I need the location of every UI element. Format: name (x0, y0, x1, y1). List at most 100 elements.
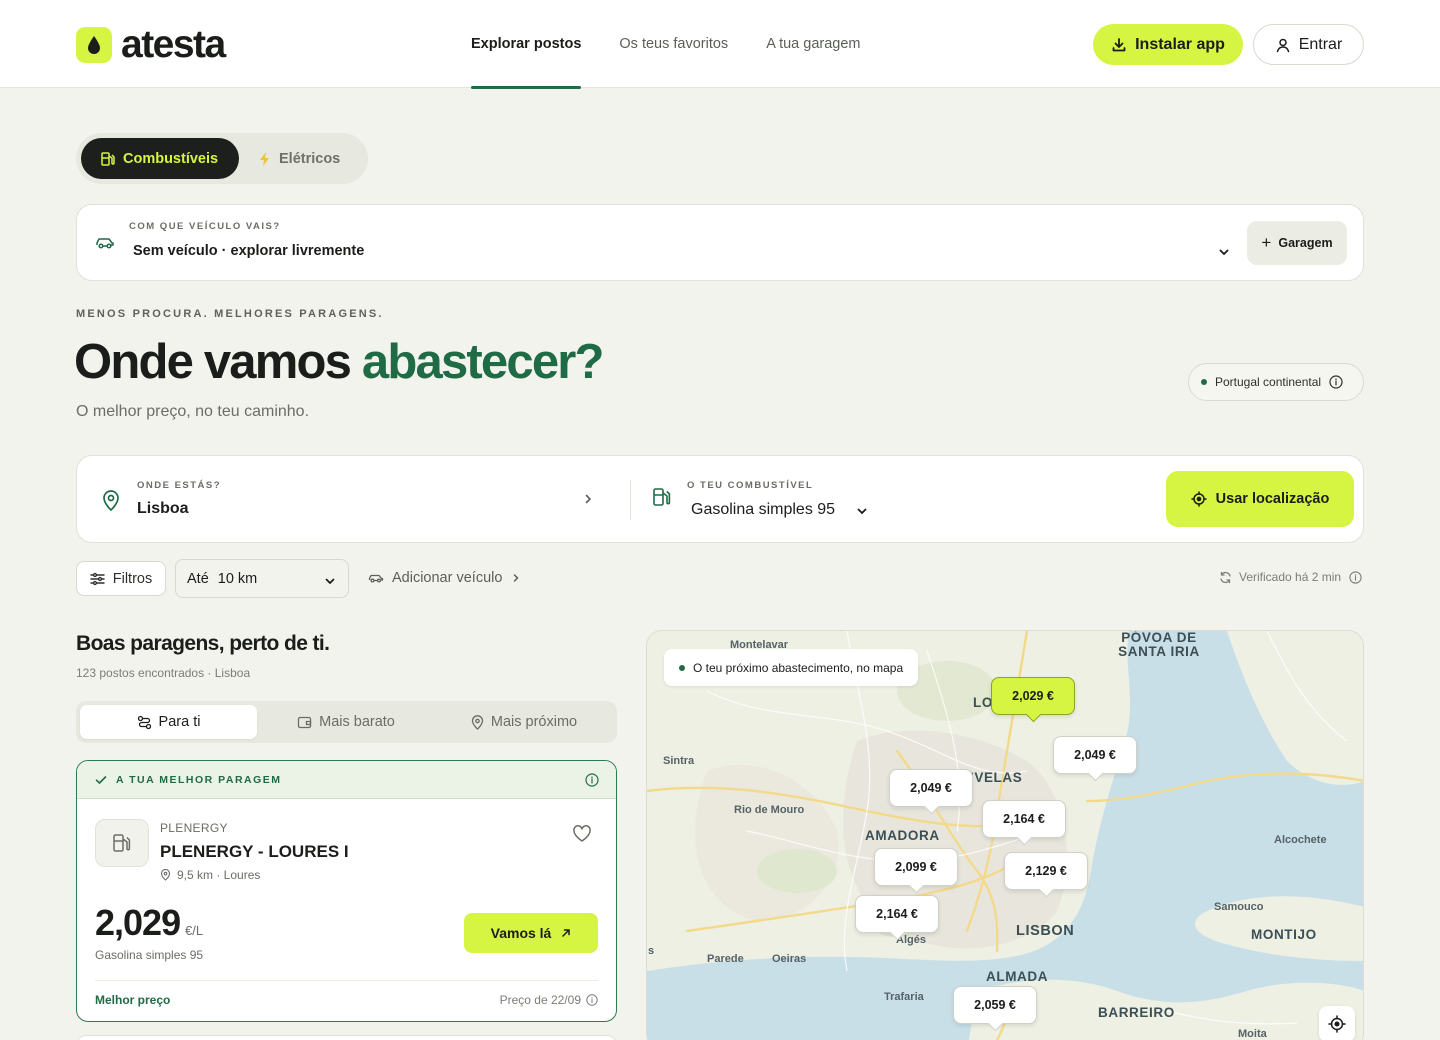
use-location-label: Usar localização (1215, 491, 1330, 507)
price-marker[interactable]: 2,099 € (874, 848, 958, 886)
tab-cheapest[interactable]: Mais barato (257, 705, 435, 739)
mode-fuel-label: Combustíveis (123, 150, 219, 167)
map-label-rio-de-mouro: Rio de Mouro (734, 804, 805, 816)
sort-tabs: Para ti Mais barato Mais próximo (76, 701, 617, 743)
app-header: atesta Explorar postos Os teus favoritos… (0, 0, 1440, 89)
chevron-down-icon (325, 578, 335, 585)
map-label-trafaria: Trafaria (884, 991, 924, 1003)
station-card[interactable] (76, 1035, 617, 1040)
price-date-label: Preço de 22/09 (499, 993, 581, 1007)
fuel-drop-icon (76, 27, 112, 63)
status-dot (1201, 379, 1207, 385)
crosshair-icon (1190, 491, 1207, 507)
results-title: Boas paragens, perto de ti. (76, 632, 330, 655)
tab-nearest[interactable]: Mais próximo (435, 705, 613, 739)
tab-for-you-label: Para ti (158, 714, 201, 730)
add-garage-button[interactable]: + Garagem (1247, 221, 1347, 265)
price-marker[interactable]: 2,059 € (953, 986, 1037, 1024)
vehicle-selector[interactable]: Com que veículo vais? Sem veículo · expl… (76, 204, 1364, 281)
map-label-povoa: PÓVOA DE SANTA IRIA (1118, 630, 1200, 659)
map-label-almada: ALMADA (986, 969, 1049, 984)
map-label-sintra: Sintra (663, 755, 695, 767)
use-location-button[interactable]: Usar localização (1166, 471, 1354, 527)
map-caption: O teu próximo abastecimento, no mapa (664, 649, 919, 686)
map-caption-label: O teu próximo abastecimento, no mapa (693, 660, 904, 675)
info-icon[interactable] (586, 994, 598, 1006)
map-label-moita: Moita (1238, 1028, 1267, 1040)
navigate-label: Vamos lá (490, 925, 552, 941)
mode-toggle: Combustíveis Elétricos (76, 133, 368, 184)
map-label-barreiro: BARREIRO (1098, 1005, 1175, 1020)
fuel-pump-icon (653, 488, 671, 506)
filters-button[interactable]: Filtros (76, 561, 166, 596)
radius-prefix: Até (187, 570, 209, 587)
map-label-oeiras: Oeiras (772, 953, 807, 965)
price-marker[interactable]: 2,164 € (855, 895, 939, 933)
price-marker[interactable]: 2,049 € (889, 769, 973, 807)
logo[interactable]: atesta (76, 25, 226, 65)
nav-garage[interactable]: A tua garagem (747, 0, 879, 88)
location-pin-icon (103, 490, 119, 512)
location-input[interactable]: Lisboa (137, 500, 189, 518)
garage-label: Garagem (1278, 236, 1333, 250)
crosshair-icon (1328, 1015, 1346, 1033)
map-locate-button[interactable] (1319, 1006, 1355, 1040)
wallet-icon (297, 716, 312, 729)
user-icon (1276, 38, 1289, 52)
login-button[interactable]: Entrar (1253, 24, 1364, 65)
chevron-down-icon[interactable] (855, 504, 869, 518)
install-app-button[interactable]: Instalar app (1093, 24, 1243, 65)
tab-nearest-label: Mais próximo (490, 714, 578, 730)
tab-for-you[interactable]: Para ti (80, 705, 257, 739)
best-price-tag: Melhor preço (95, 993, 171, 1007)
info-icon[interactable] (1349, 570, 1362, 584)
station-name: PLENERGY - LOURES I (160, 842, 349, 861)
mode-fuel-button[interactable]: Combustíveis (81, 138, 239, 179)
map[interactable]: O teu próximo abastecimento, no mapa Mon… (646, 630, 1364, 1040)
car-icon (96, 238, 114, 249)
price-marker[interactable]: 2,029 € (991, 677, 1075, 715)
map-label-lisbon: LISBON (1016, 923, 1075, 939)
nav-explore[interactable]: Explorar postos (452, 0, 600, 89)
best-station-header: A tua melhor paragem (77, 761, 616, 799)
chevron-down-icon[interactable] (1217, 245, 1231, 259)
info-icon[interactable] (585, 773, 599, 787)
mode-electric-button[interactable]: Elétricos (239, 138, 359, 179)
divider (95, 980, 598, 981)
best-station-card[interactable]: A tua melhor paragem PLENERGY PLENERGY -… (76, 760, 617, 1022)
plus-icon: + (1261, 233, 1272, 252)
price-date: Preço de 22/09 (500, 993, 598, 1007)
map-label-ivelas: IVELAS (970, 770, 1023, 785)
filters-label: Filtros (112, 570, 153, 587)
price-marker[interactable]: 2,129 € (1004, 852, 1088, 890)
hero-title-accent: abastecer? (361, 335, 605, 389)
login-label: Entrar (1298, 35, 1343, 53)
price-marker[interactable]: 2,164 € (982, 800, 1066, 838)
price-marker[interactable]: 2,049 € (1053, 736, 1137, 774)
radius-select[interactable]: Até 10 km (175, 559, 349, 598)
heart-icon[interactable] (572, 825, 592, 843)
fuel-type-select[interactable]: Gasolina simples 95 (691, 501, 835, 519)
refresh-icon[interactable] (1219, 571, 1232, 584)
nav-favorites[interactable]: Os teus favoritos (600, 0, 747, 88)
lightning-icon (260, 151, 269, 166)
add-vehicle-link[interactable]: Adicionar veículo (368, 570, 521, 586)
radius-value: 10 km (217, 570, 258, 587)
main-nav: Explorar postos Os teus favoritos A tua … (452, 0, 880, 89)
map-label-montijo: MONTIJO (1251, 927, 1317, 942)
search-card: Onde estás? Lisboa O teu combustível Gas… (76, 455, 1364, 543)
region-badge[interactable]: Portugal continental (1188, 363, 1364, 401)
station-brand: PLENERGY (160, 821, 228, 835)
info-icon[interactable] (1329, 375, 1343, 389)
car-icon (368, 574, 384, 583)
fuel-type-label: O teu combustível (687, 480, 814, 491)
fuel-pump-icon (95, 819, 149, 867)
navigate-button[interactable]: Vamos lá (464, 913, 598, 953)
tab-cheapest-label: Mais barato (319, 714, 395, 730)
map-label-alcochete: Alcochete (1274, 834, 1327, 846)
vehicle-value: Sem veículo · explorar livremente (133, 243, 365, 259)
region-label: Portugal continental (1215, 375, 1322, 389)
map-label-amadora: AMADORA (865, 828, 940, 843)
mode-electric-label: Elétricos (279, 150, 341, 167)
chevron-right-icon[interactable] (581, 492, 595, 506)
